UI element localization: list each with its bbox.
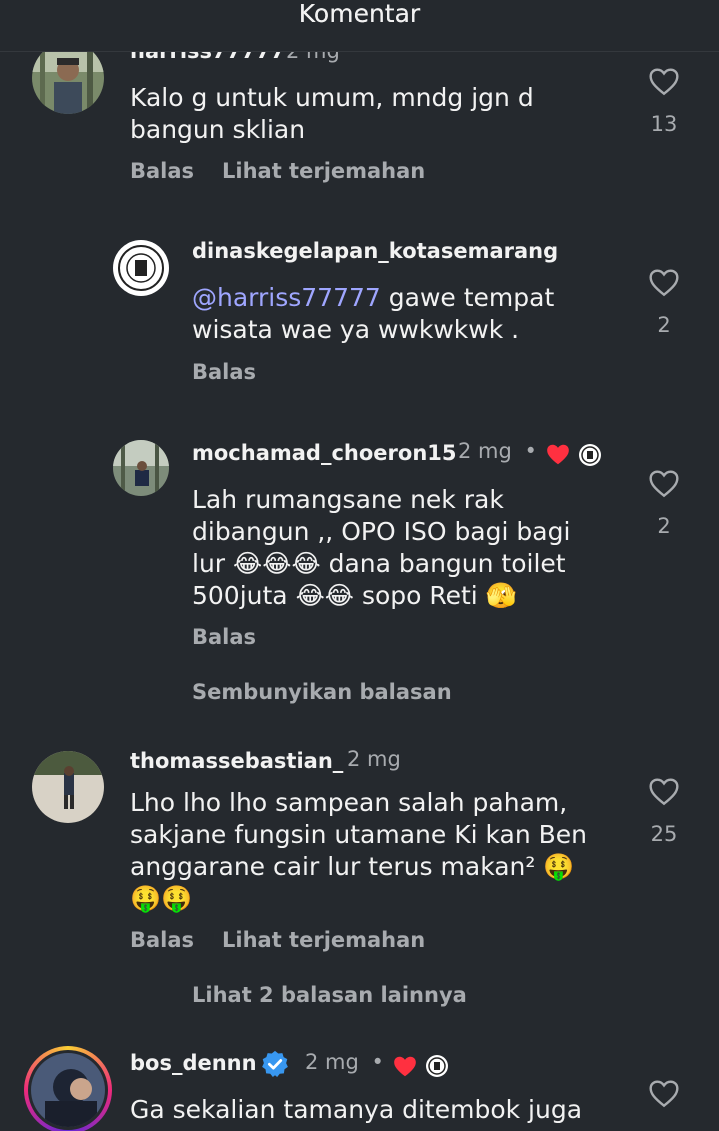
header-title: Komentar bbox=[298, 0, 421, 28]
like-group: 13 bbox=[634, 66, 694, 136]
hide-replies-button[interactable]: Sembunyikan balasan bbox=[192, 679, 452, 705]
avatar-image bbox=[31, 1053, 105, 1127]
comment-item: thomassebastian_ 2 mg Lho lho lho sampea… bbox=[0, 740, 719, 1030]
comment-text: Ga sekalian tamanya ditembok juga bbox=[130, 1095, 583, 1124]
mention-link[interactable]: @harriss77777 bbox=[192, 283, 381, 312]
heart-filled-icon bbox=[394, 1056, 416, 1077]
avatar[interactable] bbox=[32, 42, 104, 114]
comment-text: @harriss77777 gawe tempat wisata wae ya … bbox=[192, 283, 555, 344]
heart-outline-icon[interactable] bbox=[648, 776, 680, 806]
reply-button[interactable]: Balas bbox=[130, 927, 194, 953]
heart-outline-icon[interactable] bbox=[648, 468, 680, 498]
comment-text: Lah rumangsane nek rak dibangun ,, OPO I… bbox=[192, 485, 571, 610]
avatar[interactable] bbox=[113, 240, 169, 296]
comment-meta: 2 mg • bbox=[458, 439, 537, 463]
heart-outline-icon[interactable] bbox=[648, 1078, 680, 1108]
comment-item: bos_dennn 2 mg • Ga sekalian tamanya dit… bbox=[0, 1040, 719, 1131]
reply-button[interactable]: Balas bbox=[130, 158, 194, 184]
comment-text: Lho lho lho sampean salah paham, sakjane… bbox=[130, 788, 588, 913]
comment-text: Kalo g untuk umum, mndg jgn d bangun skl… bbox=[130, 83, 534, 144]
comment-time: 2 mg bbox=[347, 747, 401, 771]
comment-username[interactable]: dinaskegelapan_kotasemarang bbox=[192, 238, 558, 264]
comment-username[interactable]: bos_dennn bbox=[130, 1050, 257, 1076]
creator-badge-icon bbox=[579, 444, 601, 466]
translate-button[interactable]: Lihat terjemahan bbox=[222, 927, 425, 953]
avatar-story-ring[interactable] bbox=[24, 1046, 112, 1131]
like-group bbox=[634, 1078, 694, 1108]
reply-item: mochamad_choeron15 2 mg • Lah rumangsane… bbox=[0, 430, 719, 720]
heart-outline-icon[interactable] bbox=[648, 267, 680, 297]
heart-outline-icon[interactable] bbox=[648, 66, 680, 96]
verified-icon bbox=[262, 1050, 288, 1077]
like-count: 25 bbox=[650, 822, 678, 846]
avatar[interactable] bbox=[32, 751, 104, 823]
like-count: 2 bbox=[657, 514, 671, 538]
comment-meta: 2 mg • bbox=[305, 1050, 384, 1074]
like-group: 2 bbox=[634, 267, 694, 337]
avatar[interactable] bbox=[113, 440, 169, 496]
heart-filled-icon bbox=[547, 444, 569, 465]
like-count: 2 bbox=[657, 313, 671, 337]
reply-button[interactable]: Balas bbox=[192, 359, 256, 385]
reply-item: dinaskegelapan_kotasemarang @harriss7777… bbox=[0, 230, 719, 400]
like-count: 13 bbox=[650, 112, 678, 136]
comment-username[interactable]: thomassebastian_ bbox=[130, 748, 343, 774]
translate-button[interactable]: Lihat terjemahan bbox=[222, 158, 425, 184]
reply-button[interactable]: Balas bbox=[192, 624, 256, 650]
comment-username[interactable]: mochamad_choeron15 bbox=[192, 440, 457, 466]
creator-badge-icon bbox=[426, 1055, 448, 1077]
header-title-wrap: Komentar bbox=[0, 0, 719, 52]
like-group: 2 bbox=[634, 468, 694, 538]
like-group: 25 bbox=[634, 776, 694, 846]
view-more-replies-button[interactable]: Lihat 2 balasan lainnya bbox=[192, 982, 467, 1008]
